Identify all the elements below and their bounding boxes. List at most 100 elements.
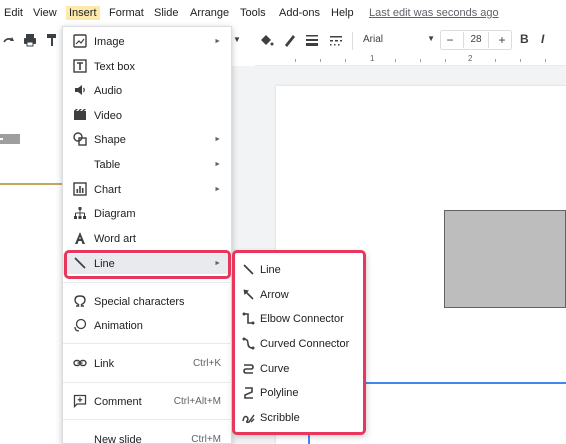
menu-item-image[interactable]: Image ► [63, 32, 233, 52]
ruler-tick [320, 59, 321, 62]
filmstrip [0, 56, 62, 444]
image-icon [73, 34, 89, 50]
comment-icon [73, 394, 89, 410]
menu-item-label: Special characters [94, 296, 185, 308]
chevron-down-icon[interactable]: ▼ [233, 35, 249, 51]
menu-item-label: New slide [94, 434, 142, 444]
menu-divider [63, 343, 233, 344]
horizontal-ruler: 1 2 [255, 54, 566, 66]
paint-format-icon[interactable] [44, 32, 60, 48]
shortcut-label: Ctrl+K [192, 358, 221, 369]
shortcut-label: Ctrl+Alt+M [173, 396, 221, 407]
omega-icon [73, 294, 89, 310]
slide-thumbnail-mark [0, 138, 3, 140]
menu-divider [63, 382, 233, 383]
chevron-right-icon: ► [214, 186, 221, 193]
menu-format[interactable]: Format [109, 6, 144, 20]
ruler-tick [520, 59, 521, 62]
bold-button[interactable]: B [520, 32, 529, 46]
rectangle-shape[interactable] [444, 210, 566, 308]
ruler-label: 2 [468, 54, 473, 63]
decrease-font-size-button[interactable]: − [441, 32, 459, 48]
menu-item-label: Comment [94, 396, 142, 408]
insert-menu: Image ► Text box Audio Video Shape ► Tab… [62, 26, 233, 444]
chevron-down-icon: ▼ [427, 34, 435, 43]
menu-item-label: Text box [94, 61, 135, 73]
menu-item-special-characters[interactable]: Special characters [63, 292, 233, 312]
ruler-tick [545, 59, 546, 62]
ruler-tick [345, 59, 346, 62]
ruler-tick [395, 59, 396, 62]
word-art-icon [73, 231, 89, 247]
ruler-tick [295, 59, 296, 62]
menu-tools[interactable]: Tools [240, 6, 266, 20]
animation-icon [73, 318, 89, 334]
toolbar-divider [352, 32, 353, 50]
menu-item-shape[interactable]: Shape ► [63, 130, 233, 150]
menu-divider [63, 282, 233, 283]
highlight-box [232, 250, 366, 435]
menu-item-label: Image [94, 36, 125, 48]
menu-item-label: Audio [94, 85, 123, 97]
chevron-right-icon: ► [214, 136, 221, 143]
audio-icon [73, 83, 89, 99]
menu-arrange[interactable]: Arrange [190, 6, 229, 20]
italic-button[interactable]: I [541, 32, 544, 46]
video-icon [73, 108, 89, 124]
menu-item-label: Shape [94, 134, 126, 146]
menu-item-label: Animation [94, 320, 143, 332]
diagram-icon [73, 206, 89, 222]
menu-item-label: Table [94, 159, 121, 171]
menu-edit[interactable]: Edit [4, 6, 23, 20]
font-size-input[interactable]: 28 [463, 32, 489, 48]
menu-slide[interactable]: Slide [154, 6, 178, 20]
shape-icon [73, 132, 89, 148]
highlight-box [64, 250, 231, 279]
menu-add-ons[interactable]: Add-ons [279, 6, 320, 20]
menu-item-new-slide[interactable]: New slide Ctrl+M [63, 430, 233, 444]
slide-thumbnail-shape [0, 134, 20, 144]
menu-item-comment[interactable]: Comment Ctrl+Alt+M [63, 392, 233, 412]
font-select[interactable]: Arial ▼ [363, 34, 435, 48]
ruler-tick [495, 59, 496, 62]
menu-item-label: Chart [94, 184, 121, 196]
border-color-icon[interactable] [281, 32, 297, 48]
menu-item-audio[interactable]: Audio [63, 81, 233, 101]
menu-help[interactable]: Help [331, 6, 354, 20]
menu-item-text-box[interactable]: Text box [63, 57, 233, 77]
menu-item-label: Video [94, 110, 122, 122]
menu-item-label: Word art [94, 233, 136, 245]
menu-item-video[interactable]: Video [63, 106, 233, 126]
link-icon [73, 356, 89, 372]
font-name: Arial [363, 34, 384, 45]
menu-item-table[interactable]: Table ► [63, 155, 233, 175]
menu-view[interactable]: View [33, 6, 57, 20]
menu-item-word-art[interactable]: Word art [63, 229, 233, 249]
ruler-tick [420, 59, 421, 62]
menu-divider [63, 419, 233, 420]
menu-bar: Edit View Insert Format Slide Arrange To… [0, 0, 566, 26]
redo-icon[interactable] [1, 32, 17, 48]
border-weight-icon[interactable] [304, 32, 320, 48]
chevron-right-icon: ► [214, 161, 221, 168]
menu-item-diagram[interactable]: Diagram [63, 204, 233, 224]
print-icon[interactable] [22, 32, 38, 48]
menu-item-label: Link [94, 358, 115, 370]
chart-icon [73, 182, 89, 198]
fill-color-icon[interactable] [258, 32, 274, 48]
text-box-icon [73, 59, 89, 75]
border-dash-icon[interactable] [328, 32, 344, 48]
menu-item-link[interactable]: Link Ctrl+K [63, 354, 233, 374]
ruler-tick [445, 59, 446, 62]
last-edit-link[interactable]: Last edit was seconds ago [369, 6, 499, 20]
font-size-control: − 28 + [440, 30, 512, 50]
menu-item-chart[interactable]: Chart ► [63, 180, 233, 200]
chevron-right-icon: ► [214, 38, 221, 45]
menu-insert[interactable]: Insert [66, 6, 100, 20]
shortcut-label: Ctrl+M [191, 434, 221, 444]
increase-font-size-button[interactable]: + [493, 32, 511, 48]
ruler-label: 1 [370, 54, 375, 63]
menu-item-animation[interactable]: Animation [63, 316, 233, 336]
slide-thumbnail-border[interactable] [0, 183, 62, 185]
menu-item-label: Diagram [94, 208, 136, 220]
